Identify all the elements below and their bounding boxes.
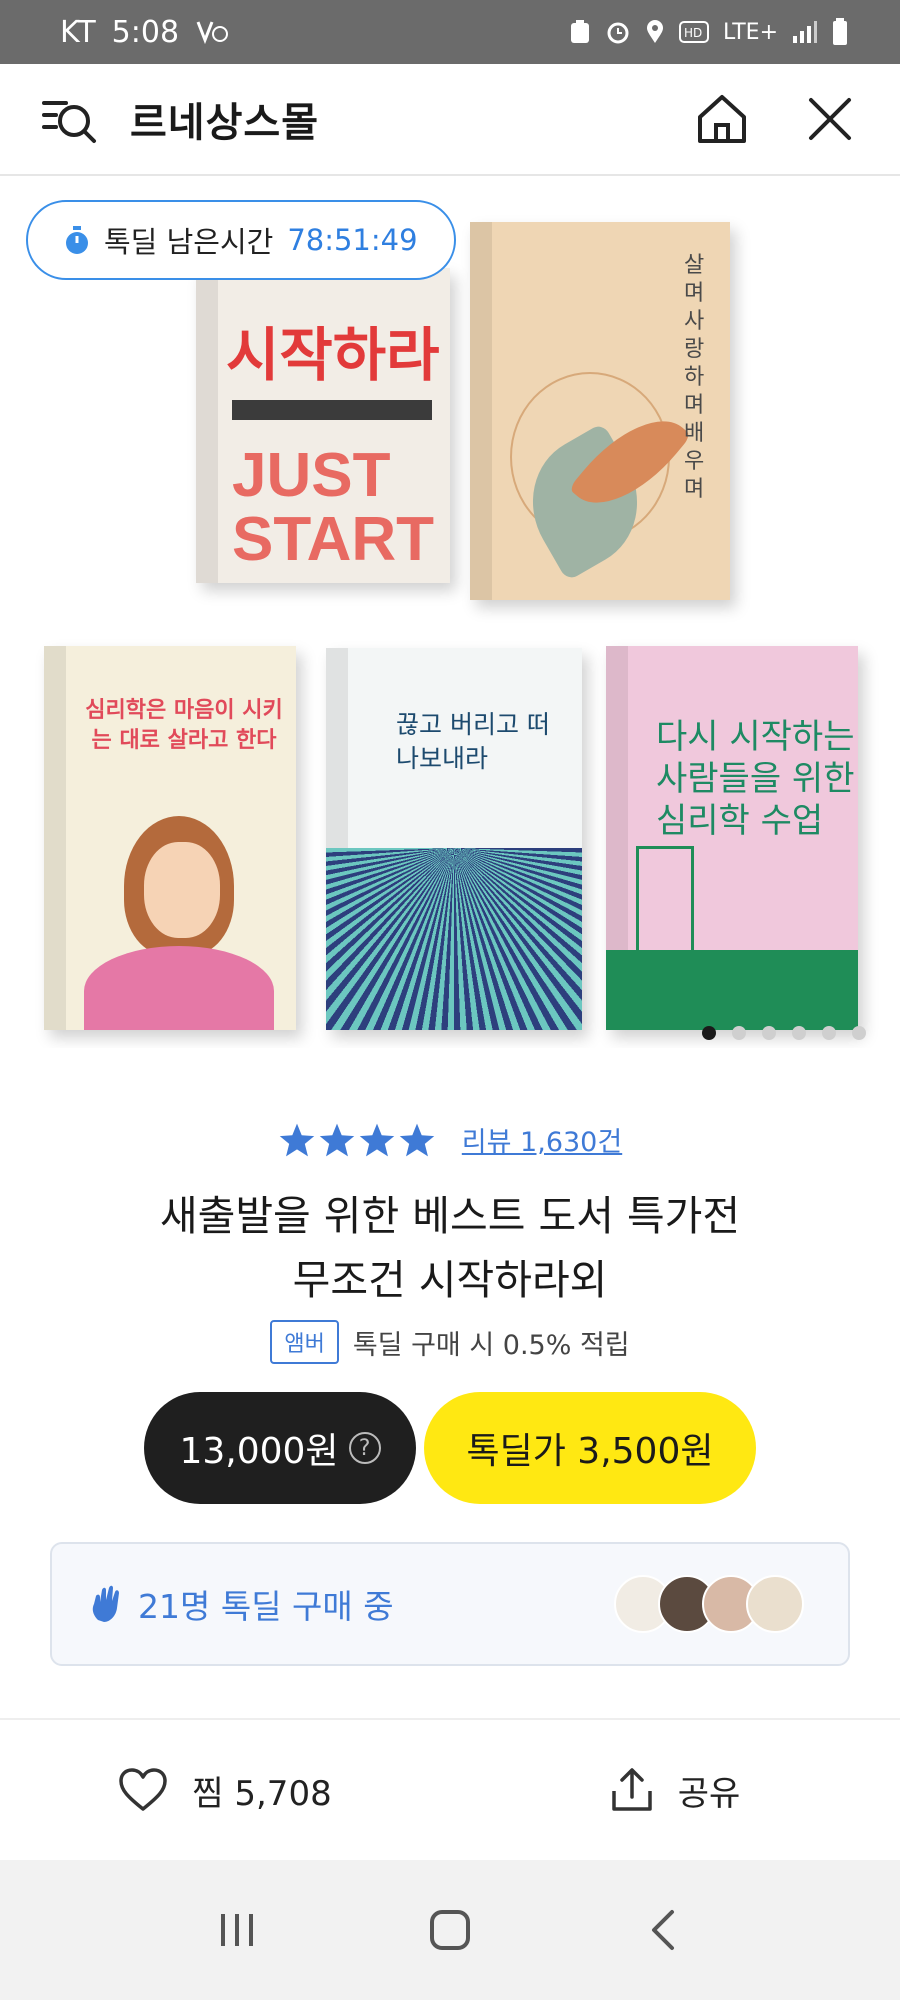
home-button[interactable] — [692, 89, 752, 149]
book-cover-text: 심리학은 마음이 시키는 대로 살라고 한다 — [85, 698, 283, 753]
share-button[interactable]: 공유 — [450, 1766, 900, 1815]
close-button[interactable] — [800, 89, 860, 149]
carousel-dot[interactable] — [762, 1026, 776, 1040]
deal-price: 톡딜가 3,500원 — [466, 1431, 714, 1472]
system-nav-bar — [0, 1860, 900, 2000]
help-icon[interactable]: ? — [348, 1432, 381, 1464]
carousel-indicator[interactable] — [702, 1026, 866, 1040]
clock: 5:08 — [111, 14, 180, 50]
book-cover-text: 끊고 버리고 떠나보내라 — [396, 710, 550, 773]
book-cover: 살며 사랑하며 배우며 — [470, 222, 730, 600]
star-icon — [359, 1123, 395, 1156]
close-icon — [809, 98, 851, 140]
carousel-dot[interactable] — [702, 1026, 716, 1040]
price-row: 13,000원 ? 톡딜가 3,500원 — [0, 1392, 900, 1504]
menu-search-icon[interactable] — [40, 89, 100, 149]
book-cover: 시작하라 JUST START — [196, 268, 450, 583]
buyers-banner[interactable]: 21명 톡딜 구매 중 — [50, 1542, 850, 1666]
book-cover-text: 살며 사랑하며 배우며 — [684, 253, 705, 502]
waving-hand-icon — [92, 1585, 119, 1622]
timer-value: 78:51:49 — [287, 223, 418, 257]
back-button[interactable] — [628, 1895, 698, 1965]
like-label: 찜 5,708 — [192, 1773, 332, 1814]
product-title: 새출발을 위한 베스트 도서 특가전 무조건 시작하라외 — [60, 1184, 840, 1312]
avatar — [746, 1575, 804, 1633]
svg-text:HD: HD — [684, 26, 702, 40]
carousel-dot[interactable] — [792, 1026, 806, 1040]
carousel-dot[interactable] — [732, 1026, 746, 1040]
home-nav-button[interactable] — [415, 1895, 485, 1965]
stopwatch-icon — [66, 226, 88, 254]
star-icon — [399, 1123, 435, 1156]
regular-price: 13,000원 — [179, 1431, 339, 1472]
signal-icon — [792, 20, 818, 44]
product-image-carousel[interactable]: 톡딜 남은시간 78:51:49 시작하라 JUST START 살며 사랑하며… — [0, 178, 900, 1048]
membership-text: 톡딜 구매 시 0.5% 적립 — [352, 1329, 630, 1361]
star-icon — [319, 1123, 355, 1156]
rating-stars — [278, 1122, 436, 1158]
product-title-line: 무조건 시작하라외 — [292, 1256, 608, 1304]
timer-label: 톡딜 남은시간 — [104, 225, 274, 259]
alarm-icon — [605, 19, 631, 45]
heart-icon — [119, 1768, 168, 1811]
book-cover: 다시 시작하는 사람들을 위한 심리학 수업 — [606, 646, 858, 1030]
deal-price-button[interactable]: 톡딜가 3,500원 — [424, 1392, 756, 1504]
book-cover: 끊고 버리고 떠나보내라 — [326, 648, 582, 1030]
status-bar: KT 5:08 HD LTE+ — [0, 0, 900, 64]
location-icon — [645, 19, 665, 45]
recycle-icon — [569, 19, 591, 45]
rating-row: 리뷰 1,630건 — [0, 1120, 900, 1159]
carousel-dot[interactable] — [852, 1026, 866, 1040]
back-icon — [652, 1910, 675, 1950]
share-icon — [611, 1768, 652, 1811]
book-cover-text: JUST START — [232, 441, 435, 574]
hd-icon: HD — [679, 21, 709, 43]
action-bar: 찜 5,708 공유 — [0, 1720, 900, 1860]
carousel-dot[interactable] — [822, 1026, 836, 1040]
carrier-label: KT — [60, 14, 96, 50]
share-label: 공유 — [677, 1773, 741, 1814]
network-label: LTE+ — [723, 19, 778, 45]
regular-price-button[interactable]: 13,000원 ? — [144, 1392, 416, 1504]
star-icon — [279, 1123, 315, 1156]
buyer-avatars — [614, 1575, 804, 1633]
membership-benefit: 앰버 톡딜 구매 시 0.5% 적립 — [0, 1320, 900, 1364]
product-title-line: 새출발을 위한 베스트 도서 특가전 — [159, 1192, 741, 1240]
volte-icon — [195, 18, 229, 46]
home-nav-icon — [429, 1910, 470, 1950]
app-header: 르네상스몰 — [0, 64, 900, 176]
book-cover: 심리학은 마음이 시키는 대로 살라고 한다 — [44, 646, 296, 1030]
recent-apps-icon — [220, 1914, 253, 1946]
battery-icon — [832, 18, 848, 46]
home-icon — [698, 95, 746, 143]
review-link[interactable]: 리뷰 1,630건 — [462, 1120, 622, 1159]
app-title: 르네상스몰 — [130, 100, 319, 146]
book-cover-text: 시작하라 — [226, 321, 440, 389]
deal-timer: 톡딜 남은시간 78:51:49 — [26, 200, 456, 280]
membership-badge: 앰버 — [270, 1320, 339, 1364]
buyers-text: 21명 톡딜 구매 중 — [138, 1587, 394, 1626]
recent-apps-button[interactable] — [202, 1895, 272, 1965]
like-button[interactable]: 찜 5,708 — [0, 1766, 450, 1815]
book-cover-text: 다시 시작하는 사람들을 위한 심리학 수업 — [656, 717, 855, 841]
